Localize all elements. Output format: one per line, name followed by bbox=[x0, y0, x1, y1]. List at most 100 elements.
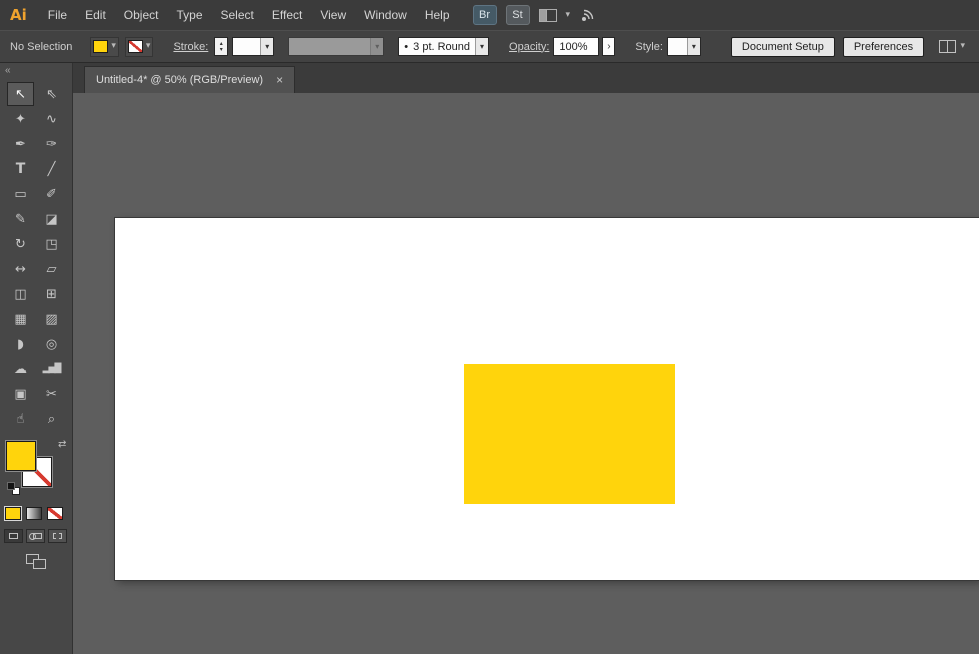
eraser-tool[interactable]: ◪ bbox=[38, 207, 65, 231]
menu-file[interactable]: File bbox=[39, 0, 76, 30]
stroke-color-dropdown[interactable]: ▾ bbox=[125, 37, 154, 57]
color-button[interactable] bbox=[5, 507, 21, 520]
curvature-tool[interactable]: ✑ bbox=[38, 132, 65, 156]
pencil-tool[interactable]: ✎ bbox=[7, 207, 34, 231]
lasso-tool[interactable]: ∿ bbox=[38, 107, 65, 131]
eraser-tool-icon: ◪ bbox=[45, 213, 57, 226]
menu-edit[interactable]: Edit bbox=[76, 0, 115, 30]
brush-definition-combo[interactable]: • 3 pt. Round ▾ bbox=[398, 37, 489, 56]
scale-tool[interactable]: ◳ bbox=[38, 232, 65, 256]
menu-help[interactable]: Help bbox=[416, 0, 459, 30]
control-bar: No Selection ▾ ▾ Stroke: ▴ ▾ ▾ ▾ • 3 pt.… bbox=[0, 30, 979, 63]
canvas-area[interactable] bbox=[73, 93, 979, 654]
zoom-tool-icon: ⌕ bbox=[48, 413, 55, 426]
menu-object[interactable]: Object bbox=[115, 0, 168, 30]
symbol-sprayer-tool[interactable]: ☁ bbox=[7, 357, 34, 381]
yellow-rectangle-object[interactable] bbox=[464, 364, 675, 504]
zoom-tool[interactable]: ⌕ bbox=[38, 407, 65, 431]
preferences-button[interactable]: Preferences bbox=[843, 37, 924, 57]
fill-color-swatch bbox=[93, 40, 108, 53]
gradient-button[interactable] bbox=[26, 507, 42, 520]
opacity-chevron-right-icon[interactable]: › bbox=[602, 37, 615, 56]
width-profile-chevron-icon: ▾ bbox=[370, 38, 383, 55]
free-transform-tool-icon: ▱ bbox=[47, 263, 57, 276]
selection-status: No Selection bbox=[10, 41, 72, 53]
stock-button[interactable]: St bbox=[506, 5, 530, 25]
menu-bar: Ai File Edit Object Type Select Effect V… bbox=[0, 0, 979, 30]
change-screen-mode-icon[interactable] bbox=[26, 554, 48, 571]
blend-tool-icon: ◎ bbox=[46, 338, 57, 351]
pen-tool[interactable]: ✒ bbox=[7, 132, 34, 156]
artboard-tool[interactable]: ▣ bbox=[7, 382, 34, 406]
rectangle-tool[interactable]: ▭ bbox=[7, 182, 34, 206]
perspective-grid-tool-icon: ⊞ bbox=[46, 288, 57, 301]
type-tool-icon: T bbox=[16, 162, 26, 176]
stroke-weight-combo[interactable]: ▾ bbox=[232, 37, 274, 56]
brush-preview-dot: • bbox=[399, 41, 408, 53]
workspace-switcher-icon[interactable] bbox=[539, 9, 557, 22]
tools-collapse-icon[interactable]: « bbox=[0, 63, 72, 78]
workspace-chevron-down-icon[interactable]: ▾ bbox=[566, 11, 571, 20]
menu-view[interactable]: View bbox=[311, 0, 355, 30]
symbol-sprayer-tool-icon: ☁ bbox=[14, 363, 27, 376]
draw-inside-button[interactable] bbox=[48, 529, 67, 543]
paintbrush-tool-icon: ✐ bbox=[46, 188, 57, 201]
menu-select[interactable]: Select bbox=[212, 0, 263, 30]
stroke-none-swatch bbox=[128, 40, 143, 53]
artboard[interactable] bbox=[115, 218, 979, 580]
rotate-tool[interactable]: ↻ bbox=[7, 232, 34, 256]
magic-wand-tool[interactable]: ✦ bbox=[7, 107, 34, 131]
direct-selection-tool[interactable]: ⇖ bbox=[38, 82, 65, 106]
gradient-tool[interactable]: ▨ bbox=[38, 307, 65, 331]
document-tab[interactable]: Untitled-4* @ 50% (RGB/Preview) × bbox=[84, 66, 295, 93]
blend-tool[interactable]: ◎ bbox=[38, 332, 65, 356]
menu-window[interactable]: Window bbox=[355, 0, 416, 30]
curvature-tool-icon: ✑ bbox=[46, 138, 57, 151]
swap-fill-stroke-icon[interactable]: ⇄ bbox=[58, 439, 66, 450]
style-chevron-down-icon: ▾ bbox=[687, 38, 700, 55]
none-button[interactable] bbox=[47, 507, 63, 520]
rectangle-tool-icon: ▭ bbox=[14, 188, 26, 201]
menu-effect[interactable]: Effect bbox=[263, 0, 311, 30]
stroke-weight-chevron-icon: ▾ bbox=[260, 38, 273, 55]
broadcast-icon[interactable] bbox=[579, 7, 597, 23]
line-segment-tool[interactable]: ╱ bbox=[38, 157, 65, 181]
default-fill-stroke-icon[interactable] bbox=[7, 482, 20, 495]
draw-behind-button[interactable] bbox=[26, 529, 45, 543]
selection-tool[interactable]: ↖ bbox=[7, 82, 34, 106]
perspective-grid-tool[interactable]: ⊞ bbox=[38, 282, 65, 306]
mesh-tool[interactable]: ▦ bbox=[7, 307, 34, 331]
eyedropper-tool[interactable]: ◗ bbox=[7, 332, 34, 356]
mesh-tool-icon: ▦ bbox=[14, 313, 26, 326]
width-tool-icon: ↔ bbox=[15, 263, 26, 276]
shape-builder-tool[interactable]: ◫ bbox=[7, 282, 34, 306]
slice-tool[interactable]: ✂ bbox=[38, 382, 65, 406]
opacity-value: 100% bbox=[554, 41, 592, 53]
fill-color-dropdown[interactable]: ▾ bbox=[90, 37, 119, 57]
free-transform-tool[interactable]: ▱ bbox=[38, 257, 65, 281]
tab-close-icon[interactable]: × bbox=[276, 74, 283, 86]
opacity-label[interactable]: Opacity: bbox=[509, 41, 549, 53]
shape-builder-tool-icon: ◫ bbox=[14, 288, 26, 301]
style-combo[interactable]: ▾ bbox=[667, 37, 701, 56]
draw-normal-button[interactable] bbox=[4, 529, 23, 543]
type-tool[interactable]: T bbox=[7, 157, 34, 181]
style-label: Style: bbox=[635, 41, 663, 53]
bridge-button[interactable]: Br bbox=[473, 5, 497, 25]
opacity-field[interactable]: 100% bbox=[553, 37, 599, 56]
stroke-weight-stepper[interactable]: ▴ ▾ bbox=[214, 37, 228, 56]
paintbrush-tool[interactable]: ✐ bbox=[38, 182, 65, 206]
stepper-down-icon: ▾ bbox=[220, 47, 223, 53]
width-tool[interactable]: ↔ bbox=[7, 257, 34, 281]
document-tab-title: Untitled-4* @ 50% (RGB/Preview) bbox=[96, 74, 263, 86]
menu-type[interactable]: Type bbox=[167, 0, 211, 30]
arrange-chevron-down-icon[interactable]: ▾ bbox=[960, 42, 965, 51]
lasso-tool-icon: ∿ bbox=[46, 113, 57, 126]
column-graph-tool[interactable]: ▂▅█ bbox=[38, 357, 65, 381]
document-setup-button[interactable]: Document Setup bbox=[731, 37, 835, 57]
hand-tool[interactable]: ☝ bbox=[7, 407, 34, 431]
arrange-documents-icon[interactable] bbox=[939, 40, 956, 53]
fill-proxy-swatch[interactable] bbox=[6, 441, 36, 471]
stroke-label[interactable]: Stroke: bbox=[173, 41, 208, 53]
direct-selection-tool-icon: ⇖ bbox=[46, 88, 57, 101]
